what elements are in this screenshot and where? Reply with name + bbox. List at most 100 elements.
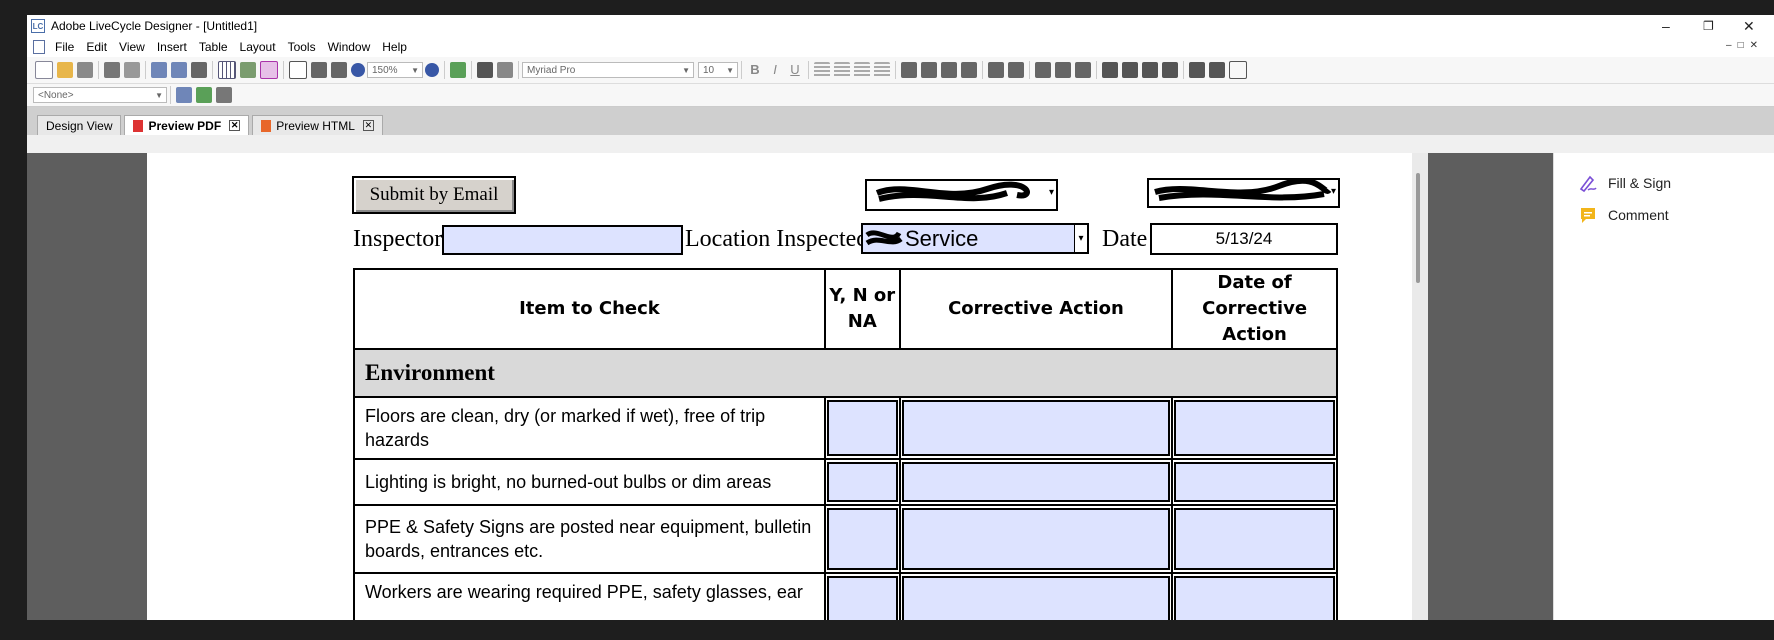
corrective-action-input[interactable] (901, 508, 1171, 570)
tab-preview-html[interactable]: Preview HTML ✕ (252, 115, 383, 135)
align-objects-bottom-icon[interactable] (961, 62, 977, 78)
center-page-icon[interactable] (1075, 62, 1091, 78)
object-icon[interactable] (477, 62, 493, 78)
page-width-icon[interactable] (331, 62, 347, 78)
inspector-input[interactable] (442, 225, 683, 255)
page-icon[interactable] (289, 61, 307, 79)
align-center-v-icon[interactable] (1008, 62, 1024, 78)
fill-sign-tool[interactable]: Fill & Sign (1578, 167, 1774, 199)
ynna-input[interactable] (826, 462, 898, 502)
grid-icon[interactable] (218, 61, 236, 79)
group-icon[interactable] (1162, 62, 1178, 78)
item-text: PPE & Safety Signs are posted near equip… (353, 504, 826, 574)
corrective-date-input[interactable] (1174, 508, 1335, 570)
font-select[interactable]: Myriad Pro ▼ (522, 62, 694, 78)
location-dropdown[interactable]: Service ▾ (861, 223, 1089, 254)
ungroup-icon[interactable] (1189, 62, 1205, 78)
corrective-action-input[interactable] (901, 462, 1171, 502)
save-icon[interactable] (77, 62, 93, 78)
preview-icon[interactable] (124, 62, 140, 78)
pdf-page: Submit by Email ▾ ▾ Inspector Location I… (147, 153, 1422, 620)
menu-insert[interactable]: Insert (151, 40, 193, 54)
header-corrective-action: Corrective Action (898, 268, 1174, 350)
style-new-icon[interactable] (176, 87, 192, 103)
corrective-date-input[interactable] (1174, 400, 1335, 456)
italic-icon[interactable]: I (767, 62, 783, 78)
submit-by-email-button[interactable]: Submit by Email (352, 176, 516, 214)
find-icon[interactable] (191, 62, 207, 78)
redacted-dropdown-1[interactable]: ▾ (865, 179, 1058, 211)
document-icon (33, 40, 45, 54)
undo-icon[interactable] (151, 62, 167, 78)
redacted-dropdown-2[interactable]: ▾ (1147, 178, 1340, 208)
make-same-size-icon[interactable] (1142, 62, 1158, 78)
menu-layout[interactable]: Layout (234, 40, 282, 54)
date-input[interactable]: 5/13/24 (1150, 223, 1338, 255)
print-icon[interactable] (104, 62, 120, 78)
close-button[interactable]: ✕ (1743, 15, 1755, 37)
zoom-select[interactable]: 150% ▼ (367, 62, 423, 78)
item-text: Lighting is bright, no burned-out bulbs … (353, 458, 826, 506)
align-left-icon[interactable] (814, 62, 830, 78)
close-icon[interactable]: ✕ (229, 120, 241, 131)
make-same-width-icon[interactable] (1102, 62, 1118, 78)
corrective-date-input[interactable] (1174, 576, 1335, 620)
page-fit-icon[interactable] (311, 62, 327, 78)
align-objects-left-icon[interactable] (901, 62, 917, 78)
toolbar-separator (895, 61, 896, 79)
zoom-in-icon[interactable] (425, 63, 439, 77)
open-icon[interactable] (57, 62, 73, 78)
comment-tool[interactable]: Comment (1578, 199, 1774, 231)
image-icon[interactable] (497, 62, 513, 78)
scrollbar-thumb[interactable] (1416, 173, 1420, 283)
document-window-controls-icon[interactable]: –□✕ (1726, 40, 1764, 51)
tab-preview-pdf[interactable]: Preview PDF ✕ (124, 115, 250, 135)
style-apply-icon[interactable] (196, 87, 212, 103)
corrective-action-input[interactable] (901, 400, 1171, 456)
corrective-action-input[interactable] (901, 576, 1171, 620)
style-select[interactable]: <None> ▼ (33, 87, 167, 103)
restore-button[interactable]: ❐ (1703, 15, 1714, 37)
script-icon[interactable] (450, 62, 466, 78)
font-size-select[interactable]: 10 ▼ (698, 62, 738, 78)
wrap-icon[interactable] (1209, 62, 1225, 78)
title-bar: LC Adobe LiveCycle Designer - [Untitled1… (27, 15, 1774, 37)
justify-icon[interactable] (874, 62, 890, 78)
menu-help[interactable]: Help (376, 40, 413, 54)
tab-order-icon[interactable] (1229, 61, 1247, 79)
dropdown-arrow-icon[interactable]: ▾ (1074, 225, 1087, 252)
redo-icon[interactable] (171, 62, 187, 78)
distribute-h-icon[interactable] (1035, 62, 1051, 78)
underline-icon[interactable]: U (787, 62, 803, 78)
align-center-h-icon[interactable] (988, 62, 1004, 78)
new-icon[interactable] (35, 61, 53, 79)
grid-snap-icon[interactable] (240, 62, 256, 78)
zoom-out-icon[interactable] (351, 63, 365, 77)
menu-tools[interactable]: Tools (282, 40, 322, 54)
app-icon: LC (31, 19, 45, 33)
menu-file[interactable]: File (49, 40, 80, 54)
align-objects-right-icon[interactable] (921, 62, 937, 78)
align-right-icon[interactable] (854, 62, 870, 78)
corrective-date-input[interactable] (1174, 462, 1335, 502)
menu-window[interactable]: Window (322, 40, 377, 54)
tab-design-view[interactable]: Design View (37, 115, 122, 135)
ynna-input[interactable] (826, 576, 898, 620)
menu-view[interactable]: View (113, 40, 151, 54)
menu-edit[interactable]: Edit (80, 40, 113, 54)
make-same-height-icon[interactable] (1122, 62, 1138, 78)
ynna-input[interactable] (826, 400, 898, 456)
bold-icon[interactable]: B (747, 62, 763, 78)
align-objects-top-icon[interactable] (941, 62, 957, 78)
minimize-button[interactable]: – (1662, 15, 1670, 37)
toolbar-separator (170, 86, 171, 104)
distribute-v-icon[interactable] (1055, 62, 1071, 78)
close-icon[interactable]: ✕ (362, 120, 374, 131)
page-scrollbar[interactable] (1412, 153, 1428, 620)
redaction-scribble-icon (1154, 180, 1332, 201)
field-highlight-icon[interactable] (260, 61, 278, 79)
menu-table[interactable]: Table (193, 40, 234, 54)
style-manage-icon[interactable] (216, 87, 232, 103)
align-center-icon[interactable] (834, 62, 850, 78)
ynna-input[interactable] (826, 508, 898, 570)
